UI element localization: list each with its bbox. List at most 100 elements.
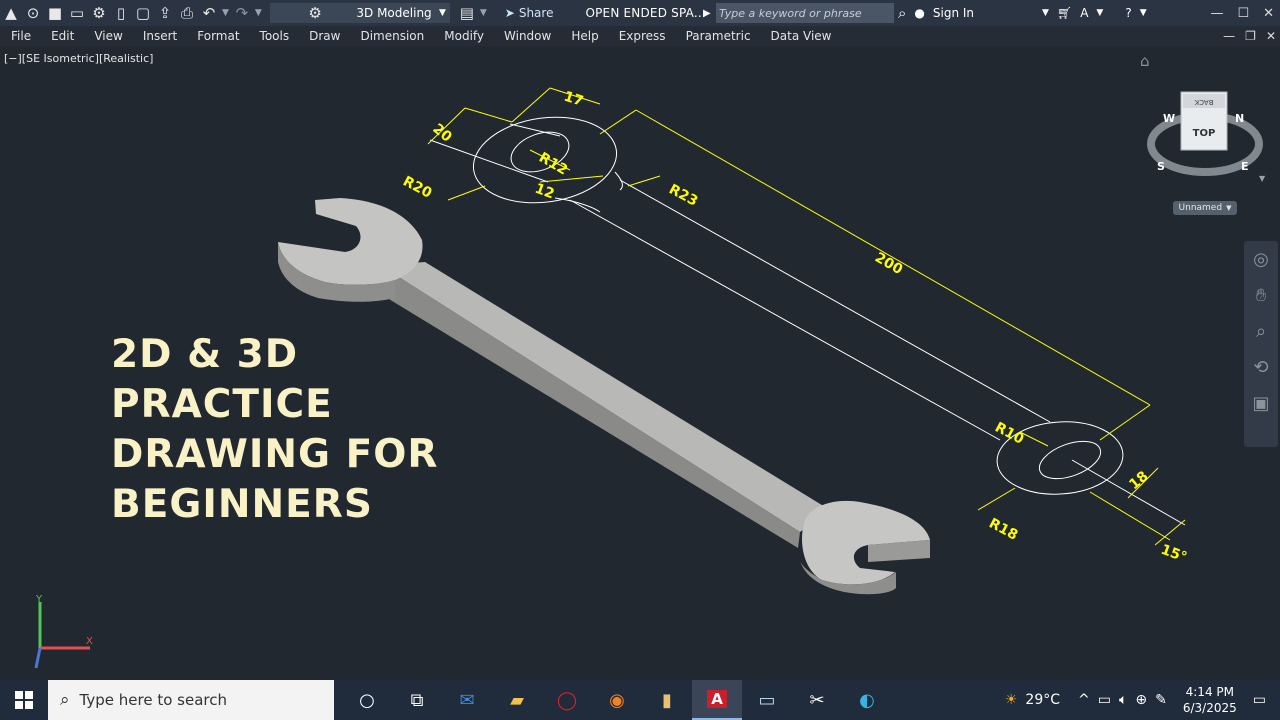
- layer-dropdown-icon[interactable]: ▼: [480, 8, 487, 18]
- compass-e[interactable]: E: [1241, 160, 1249, 173]
- gear-icon[interactable]: ⚙: [88, 2, 110, 24]
- signin-dropdown-icon[interactable]: ▼: [1042, 8, 1049, 18]
- new-file-icon[interactable]: ▭: [66, 2, 88, 24]
- windows-start-icon[interactable]: [0, 680, 48, 720]
- pan-hand-icon[interactable]: ✋︎: [1244, 277, 1278, 313]
- doc-close-icon[interactable]: ✕: [1266, 29, 1276, 43]
- user-icon[interactable]: ●: [914, 6, 924, 20]
- save-icon[interactable]: ▢: [132, 2, 154, 24]
- qat-right-group: ⌕ ● Sign In ▼ 🛒︎ A ▼ ? ▼: [898, 0, 1147, 26]
- network-globe-icon[interactable]: ⊕: [1135, 692, 1147, 708]
- autocad-app-icon[interactable]: ▲: [0, 2, 22, 24]
- cortana-icon[interactable]: ○: [342, 680, 392, 720]
- pen-icon[interactable]: ✎: [1155, 692, 1167, 708]
- edge-icon[interactable]: ◐: [842, 680, 892, 720]
- autodesk-a-icon[interactable]: A: [1080, 6, 1088, 20]
- screen-app-icon[interactable]: ▭: [742, 680, 792, 720]
- paper-plane-icon: ➤: [504, 6, 515, 20]
- layer-icon[interactable]: ▤: [456, 2, 478, 24]
- fillet-top: [614, 171, 623, 191]
- orbit-icon[interactable]: ⟲: [1244, 349, 1278, 385]
- view-cube-dropdown-icon[interactable]: ▼: [1259, 174, 1265, 183]
- view-cube-top-label[interactable]: TOP: [1193, 128, 1216, 139]
- a-dropdown-icon[interactable]: ▼: [1096, 8, 1103, 18]
- speaker-icon[interactable]: 🔈︎: [1119, 692, 1127, 708]
- share-button[interactable]: ➤ Share: [505, 6, 554, 20]
- menu-tools[interactable]: Tools: [249, 29, 299, 43]
- temperature-label[interactable]: 29°C: [1025, 692, 1060, 708]
- doc-restore-icon[interactable]: ❐: [1245, 29, 1256, 43]
- showmotion-icon[interactable]: ▣: [1244, 385, 1278, 421]
- taskbar-search-box[interactable]: ⌕ Type here to search: [48, 680, 334, 720]
- tray-chevron-icon[interactable]: ^: [1078, 692, 1090, 708]
- menu-express[interactable]: Express: [608, 29, 675, 43]
- view-cube-back-label: BACK: [1194, 98, 1213, 106]
- overlay-heading: 2D & 3D PRACTICE DRAWING FOR BEGINNERS: [111, 330, 438, 530]
- video-icon[interactable]: ■: [44, 2, 66, 24]
- battery-icon[interactable]: ▭: [1098, 692, 1111, 708]
- search-input[interactable]: Type a keyword or phrase: [716, 3, 894, 23]
- maximize-icon[interactable]: ☐: [1237, 6, 1249, 21]
- cart-icon[interactable]: 🛒︎: [1057, 6, 1072, 20]
- workspace-selector[interactable]: ⚙ 3D Modeling ▼: [269, 3, 450, 23]
- zoom-icon[interactable]: ⌕: [1244, 313, 1278, 349]
- camera-icon[interactable]: ⊙: [22, 2, 44, 24]
- redo-icon[interactable]: ↷: [231, 2, 253, 24]
- help-icon[interactable]: ?: [1125, 6, 1131, 20]
- undo-icon[interactable]: ↶: [198, 2, 220, 24]
- dim-r18-leader: [977, 487, 1016, 511]
- opera-icon[interactable]: ◯: [542, 680, 592, 720]
- file-explorer-icon[interactable]: ▰: [492, 680, 542, 720]
- redo-dropdown-icon[interactable]: ▼: [255, 8, 262, 18]
- clock-date: 6/3/2025: [1182, 701, 1237, 715]
- system-tray: ☀ 29°C ^ ▭ 🔈︎ ⊕ ✎ 4:14 PM 6/3/2025 ▭: [1005, 680, 1280, 720]
- named-view-label: Unnamed: [1178, 203, 1223, 213]
- menu-file[interactable]: File: [0, 29, 40, 43]
- steering-wheel-icon[interactable]: ◎: [1244, 241, 1278, 277]
- undo-dropdown-icon[interactable]: ▼: [222, 8, 229, 18]
- menu-window[interactable]: Window: [493, 29, 560, 43]
- sign-in-link[interactable]: Sign In: [933, 6, 974, 20]
- menu-help[interactable]: Help: [560, 29, 607, 43]
- dim-r10-text: R10: [992, 419, 1026, 447]
- menu-modify[interactable]: Modify: [433, 29, 493, 43]
- menu-edit[interactable]: Edit: [40, 29, 83, 43]
- ucs-icon: Y X: [34, 594, 93, 669]
- menu-dimension[interactable]: Dimension: [349, 29, 433, 43]
- outlook-icon[interactable]: ✉: [442, 680, 492, 720]
- menu-parametric[interactable]: Parametric: [675, 29, 760, 43]
- export-icon[interactable]: ⇪: [154, 2, 176, 24]
- menu-insert[interactable]: Insert: [132, 29, 186, 43]
- menu-view[interactable]: View: [83, 29, 131, 43]
- capcut-icon[interactable]: ✂: [792, 680, 842, 720]
- minimize-icon[interactable]: —: [1210, 6, 1223, 21]
- notification-icon[interactable]: ▭: [1253, 692, 1266, 708]
- doc-minimize-icon[interactable]: —: [1223, 29, 1235, 43]
- document-title: OPEN ENDED SPA...: [585, 6, 706, 20]
- named-view-dropdown[interactable]: Unnamed ▼: [1173, 201, 1237, 215]
- wireframe-outline: [429, 116, 1186, 526]
- open-file-icon[interactable]: ▯: [110, 2, 132, 24]
- menu-bar: File Edit View Insert Format Tools Draw …: [0, 26, 1280, 46]
- compass-w[interactable]: W: [1163, 112, 1175, 125]
- ucs-x-label: X: [86, 636, 93, 647]
- dim-20-text: 20: [429, 121, 454, 146]
- print-icon[interactable]: ⎙: [176, 2, 198, 24]
- menu-draw[interactable]: Draw: [298, 29, 349, 43]
- taskbar-clock[interactable]: 4:14 PM 6/3/2025: [1183, 684, 1237, 716]
- autocad-taskbar-icon[interactable]: A: [692, 680, 742, 720]
- compass-n[interactable]: N: [1235, 112, 1244, 125]
- chevron-right-icon[interactable]: ▶: [703, 8, 711, 19]
- menu-data-view[interactable]: Data View: [760, 29, 841, 43]
- compass-s[interactable]: S: [1157, 160, 1165, 173]
- weather-icon[interactable]: ☀: [1005, 692, 1018, 708]
- share-label: Share: [518, 6, 554, 20]
- close-icon[interactable]: ✕: [1263, 6, 1274, 21]
- menu-format[interactable]: Format: [186, 29, 248, 43]
- bin-app-icon[interactable]: ▮: [642, 680, 692, 720]
- help-dropdown-icon[interactable]: ▼: [1140, 8, 1147, 18]
- search-icon[interactable]: ⌕: [898, 4, 906, 22]
- view-cube[interactable]: BACK TOP W N S E ▼: [1145, 86, 1265, 186]
- task-view-icon[interactable]: ⧉: [392, 680, 442, 720]
- firefox-icon[interactable]: ◉: [592, 680, 642, 720]
